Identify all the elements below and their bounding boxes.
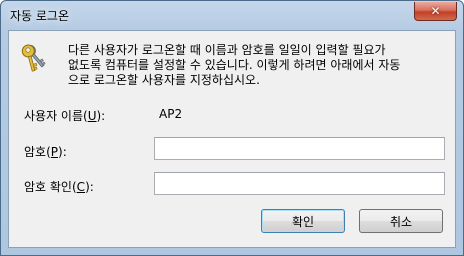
confirm-password-field[interactable] bbox=[154, 172, 445, 195]
close-icon: ✕ bbox=[430, 4, 441, 18]
cancel-button[interactable]: 취소 bbox=[359, 209, 443, 233]
username-label: 사용자 이름(U): bbox=[24, 109, 106, 123]
close-button[interactable]: ✕ bbox=[414, 2, 457, 21]
auto-logon-dialog: 자동 로그온 ✕ 다른 사용자가 로그온할 때 이름과 암호를 일일이 입력할 … bbox=[0, 0, 464, 256]
ok-button[interactable]: 확인 bbox=[261, 209, 345, 233]
username-field[interactable] bbox=[154, 102, 445, 125]
description-text: 다른 사용자가 로그온할 때 이름과 암호를 일일이 입력할 필요가 없도록 컴… bbox=[68, 43, 401, 87]
window-title: 자동 로그온 bbox=[10, 9, 70, 23]
password-label: 암호(P): bbox=[24, 145, 67, 159]
title-bar[interactable]: 자동 로그온 ✕ bbox=[1, 1, 463, 29]
keys-icon bbox=[21, 44, 46, 72]
dialog-body: 다른 사용자가 로그온할 때 이름과 암호를 일일이 입력할 필요가 없도록 컴… bbox=[8, 30, 456, 248]
confirm-password-label: 암호 확인(C): bbox=[24, 180, 94, 194]
password-field[interactable] bbox=[154, 137, 445, 160]
